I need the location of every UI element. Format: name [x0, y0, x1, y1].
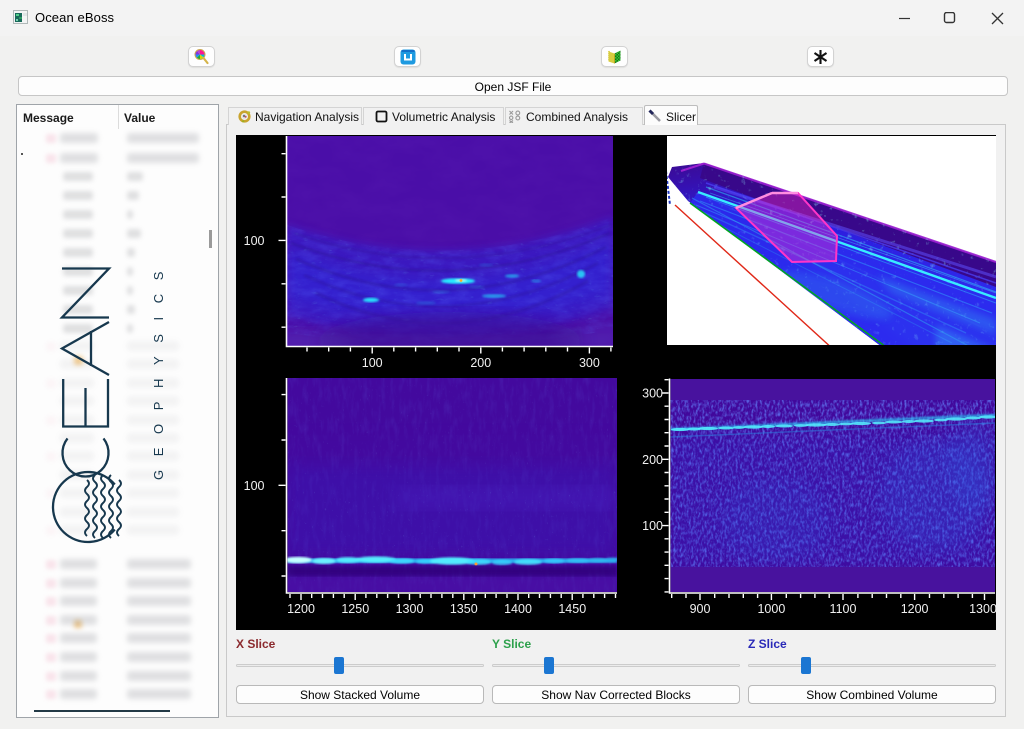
- svg-text:100: 100: [362, 356, 383, 370]
- svg-text:100: 100: [244, 234, 265, 248]
- svg-text:1200: 1200: [287, 602, 315, 616]
- svg-text:300: 300: [642, 387, 663, 401]
- svg-text:1200: 1200: [901, 602, 929, 616]
- svg-text:1450: 1450: [558, 602, 586, 616]
- svg-text:1250: 1250: [341, 602, 369, 616]
- svg-text:200: 200: [470, 356, 491, 370]
- svg-text:900: 900: [690, 602, 711, 616]
- svg-text:300: 300: [579, 356, 600, 370]
- svg-text:GEOPHYSICS: GEOPHYSICS: [151, 258, 166, 480]
- svg-text:100: 100: [244, 479, 265, 493]
- svg-text:200: 200: [642, 453, 663, 467]
- svg-text:1400: 1400: [504, 602, 532, 616]
- svg-text:1100: 1100: [830, 602, 857, 616]
- svg-text:1000: 1000: [757, 602, 785, 616]
- svg-text:1350: 1350: [450, 602, 478, 616]
- svg-text:1300: 1300: [396, 602, 424, 616]
- svg-text:1300: 1300: [969, 602, 996, 616]
- svg-text:100: 100: [642, 519, 663, 533]
